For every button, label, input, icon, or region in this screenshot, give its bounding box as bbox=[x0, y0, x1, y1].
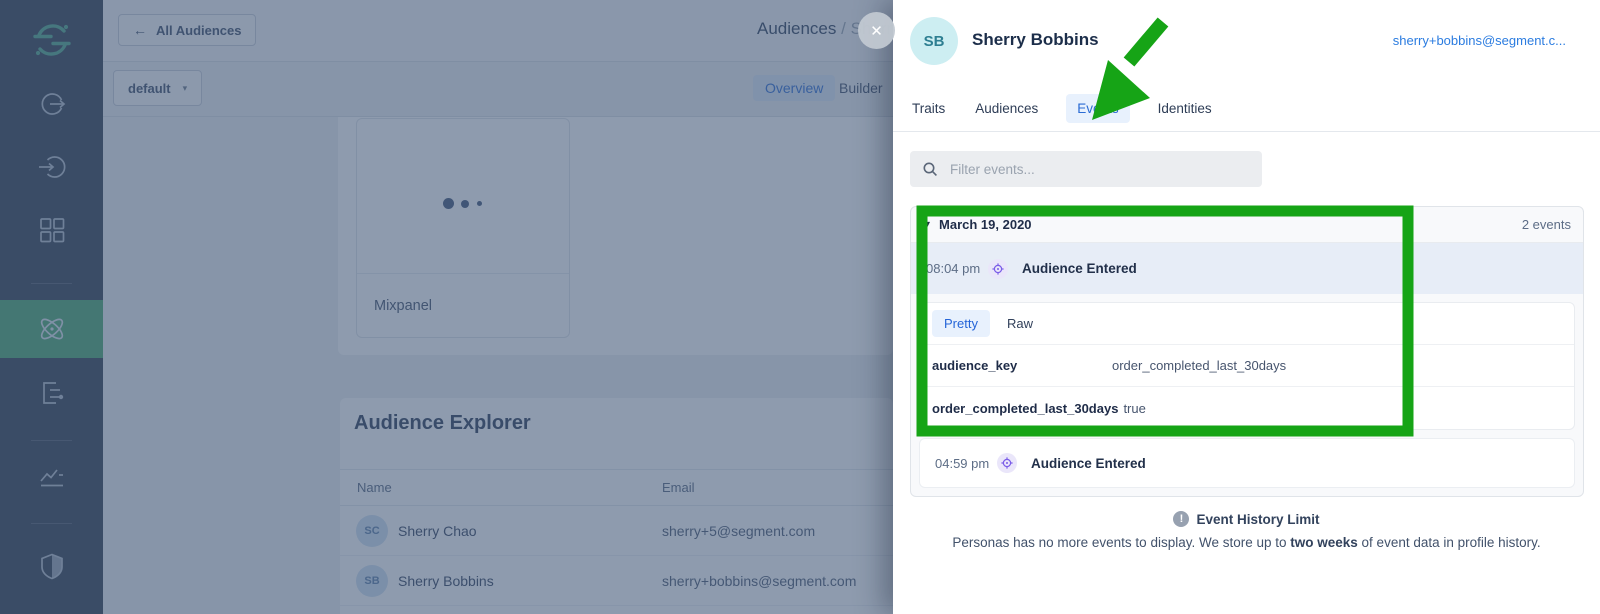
collapse-caret-icon: ▾ bbox=[925, 219, 930, 230]
audience-event-icon bbox=[988, 259, 1008, 279]
profile-name: Sherry Bobbins bbox=[972, 30, 1099, 50]
filter-events-box bbox=[910, 151, 1262, 187]
event-detail-card: Pretty Raw audience_key order_completed_… bbox=[919, 302, 1575, 430]
event-name: Audience Entered bbox=[1031, 456, 1146, 471]
tab-identities[interactable]: Identities bbox=[1156, 94, 1214, 123]
tabs-divider bbox=[893, 131, 1600, 132]
modal-dim-overlay bbox=[0, 0, 893, 614]
tab-events[interactable]: Events bbox=[1066, 94, 1129, 123]
tab-traits[interactable]: Traits bbox=[910, 94, 947, 123]
event-time: 08:04 pm bbox=[926, 261, 988, 276]
close-drawer-button[interactable]: ✕ bbox=[858, 12, 895, 49]
event-row[interactable]: 04:59 pm Audience Entered bbox=[919, 438, 1575, 488]
event-time: 04:59 pm bbox=[935, 456, 997, 471]
event-date: March 19, 2020 bbox=[939, 217, 1032, 232]
tab-audiences[interactable]: Audiences bbox=[973, 94, 1040, 123]
event-date-group-header[interactable]: ▾ March 19, 2020 2 events bbox=[911, 207, 1583, 243]
filter-events-input[interactable] bbox=[948, 161, 1262, 178]
event-count: 2 events bbox=[1522, 217, 1571, 232]
profile-email-link[interactable]: sherry+bobbins@segment.c... bbox=[1393, 33, 1566, 48]
property-key: audience_key bbox=[932, 358, 1112, 373]
app-window: ← All Audiences Audiences / Sherry defau… bbox=[0, 0, 1600, 614]
property-value: true bbox=[1123, 401, 1145, 416]
detail-property-row: audience_key order_completed_last_30days bbox=[920, 345, 1574, 387]
warning-icon: ! bbox=[1173, 511, 1189, 527]
detail-property-row: order_completed_last_30days true bbox=[920, 387, 1574, 429]
profile-avatar: SB bbox=[910, 17, 958, 65]
profile-drawer: SB Sherry Bobbins sherry+bobbins@segment… bbox=[893, 0, 1600, 614]
property-value: order_completed_last_30days bbox=[1112, 358, 1286, 373]
property-key: order_completed_last_30days bbox=[932, 401, 1118, 416]
profile-tabs: Traits Audiences Events Identities bbox=[910, 94, 1214, 123]
tab-pretty[interactable]: Pretty bbox=[932, 310, 990, 337]
tab-raw[interactable]: Raw bbox=[1007, 316, 1033, 331]
close-icon: ✕ bbox=[870, 22, 883, 40]
event-history-limit-notice: ! Event History Limit Personas has no mo… bbox=[893, 511, 1600, 550]
audience-event-icon bbox=[997, 453, 1017, 473]
search-icon bbox=[922, 161, 938, 177]
event-name: Audience Entered bbox=[1022, 261, 1137, 276]
notice-body: Personas has no more events to display. … bbox=[937, 535, 1557, 550]
events-list: ▾ March 19, 2020 2 events 08:04 pm Audie… bbox=[910, 206, 1584, 497]
event-row-expanded[interactable]: 08:04 pm Audience Entered bbox=[911, 243, 1583, 294]
detail-view-tabs: Pretty Raw bbox=[920, 303, 1574, 345]
notice-title: Event History Limit bbox=[1196, 512, 1319, 527]
